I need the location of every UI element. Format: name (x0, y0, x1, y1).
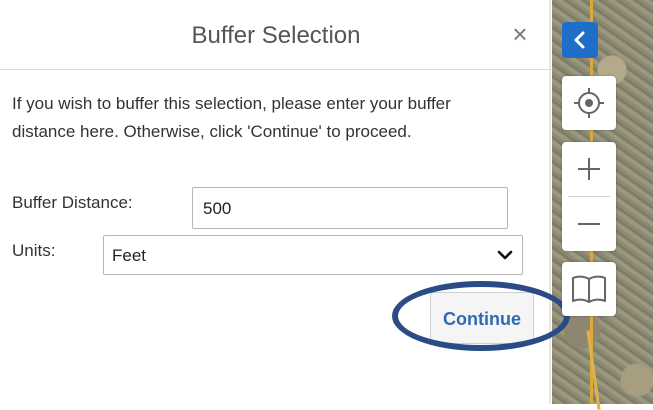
book-icon (572, 275, 606, 303)
buffer-selection-dialog: Buffer Selection × If you wish to buffer… (0, 0, 552, 404)
zoom-out-button[interactable] (562, 197, 616, 251)
intro-text: If you wish to buffer this selection, pl… (12, 94, 451, 141)
buffer-distance-label: Buffer Distance: (12, 193, 133, 212)
dialog-header: Buffer Selection × (0, 0, 552, 70)
chevron-left-icon (574, 31, 585, 49)
bookmarks-button[interactable] (562, 262, 616, 316)
locate-icon (574, 88, 604, 118)
map-road (586, 330, 601, 410)
units-select[interactable]: Feet (103, 235, 523, 275)
locate-button[interactable] (562, 76, 616, 130)
continue-button[interactable]: Continue (430, 292, 534, 344)
zoom-controls (562, 142, 616, 251)
zoom-in-button[interactable] (562, 142, 616, 196)
close-button[interactable]: × (506, 20, 534, 48)
units-label: Units: (12, 241, 56, 260)
chevron-down-icon (497, 250, 513, 260)
buffer-distance-input[interactable]: 500 (192, 187, 508, 229)
panel-divider (549, 0, 551, 404)
units-selected-value: Feet (112, 246, 147, 265)
dialog-title: Buffer Selection (191, 22, 361, 49)
zoom-in-icon (578, 158, 600, 180)
collapse-panel-button[interactable] (562, 22, 598, 58)
zoom-out-icon (578, 223, 600, 225)
